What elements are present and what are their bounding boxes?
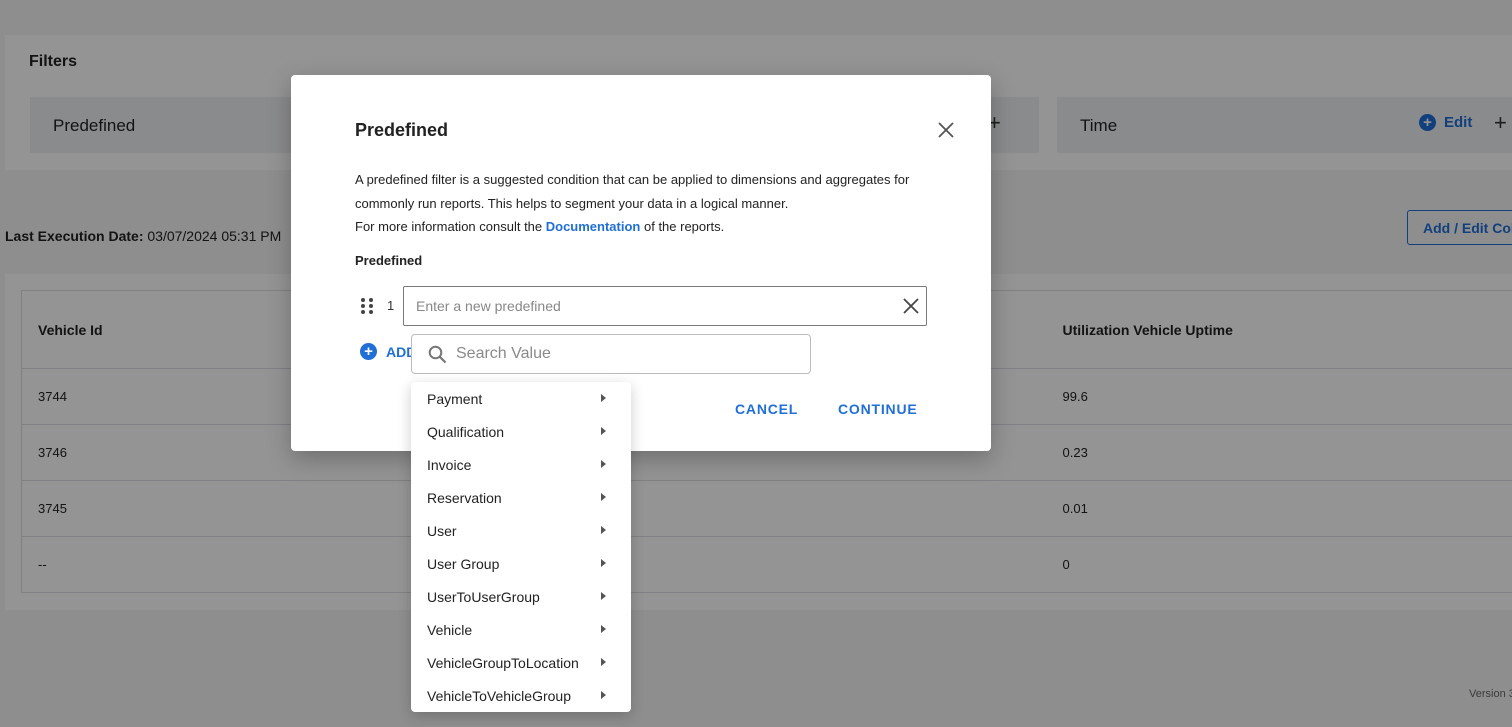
caret-right-icon xyxy=(601,526,606,534)
modal-description: A predefined filter is a suggested condi… xyxy=(355,168,945,239)
modal-title: Predefined xyxy=(355,120,449,140)
search-input[interactable] xyxy=(456,337,796,371)
dropdown-item-vehicle-group-to-location[interactable]: VehicleGroupToLocation xyxy=(411,646,631,679)
caret-right-icon xyxy=(601,625,606,633)
dropdown-item-vehicle-to-vehicle-group[interactable]: VehicleToVehicleGroup xyxy=(411,679,631,712)
caret-right-icon xyxy=(601,691,606,699)
dropdown-item-invoice[interactable]: Invoice xyxy=(411,448,631,481)
dropdown-item-label: Invoice xyxy=(427,456,472,473)
dropdown-item-user-group[interactable]: User Group xyxy=(411,547,631,580)
dropdown-item-vehicle[interactable]: Vehicle xyxy=(411,613,631,646)
caret-right-icon xyxy=(601,559,606,567)
plus-circle-icon: + xyxy=(360,343,377,360)
caret-right-icon xyxy=(601,493,606,501)
dropdown-item-label: Payment xyxy=(427,390,483,407)
description-text: A predefined filter is a suggested condi… xyxy=(355,172,910,211)
caret-right-icon xyxy=(601,592,606,600)
dropdown-item-qualification[interactable]: Qualification xyxy=(411,415,631,448)
cancel-button[interactable]: CANCEL xyxy=(735,401,798,417)
predefined-input[interactable] xyxy=(403,286,927,326)
row-number: 1 xyxy=(387,298,395,313)
add-predefined-button[interactable]: + ADD xyxy=(360,343,416,360)
dropdown-item-label: User Group xyxy=(427,555,500,572)
dropdown-item-label: Reservation xyxy=(427,489,502,506)
drag-handle-icon[interactable] xyxy=(360,297,374,315)
close-icon[interactable] xyxy=(935,119,957,141)
dropdown-item-label: User xyxy=(427,522,457,539)
search-icon xyxy=(428,345,447,364)
predefined-modal: Predefined A predefined filter is a sugg… xyxy=(291,75,991,451)
dropdown-item-label: Qualification xyxy=(427,423,505,440)
predefined-field-label: Predefined xyxy=(355,253,423,268)
dropdown-item-label: UserToUserGroup xyxy=(427,588,540,605)
dropdown-item-user-to-user-group[interactable]: UserToUserGroup xyxy=(411,580,631,613)
doc-suffix: of the reports. xyxy=(640,219,725,234)
dropdown-item-label: VehicleGroupToLocation xyxy=(427,654,579,671)
doc-prefix: For more information consult the xyxy=(355,219,546,234)
dropdown-item-user[interactable]: User xyxy=(411,514,631,547)
dropdown-item-label: Vehicle xyxy=(427,621,473,638)
dropdown-item-label: VehicleToVehicleGroup xyxy=(427,687,571,704)
clear-input-icon[interactable] xyxy=(902,297,920,315)
documentation-link[interactable]: Documentation xyxy=(546,219,641,234)
caret-right-icon xyxy=(601,394,606,402)
caret-right-icon xyxy=(601,427,606,435)
caret-right-icon xyxy=(601,658,606,666)
documentation-line: For more information consult the Documen… xyxy=(355,215,945,239)
dropdown-item-payment[interactable]: Payment xyxy=(411,382,631,415)
continue-button[interactable]: CONTINUE xyxy=(838,401,918,417)
dropdown-item-reservation[interactable]: Reservation xyxy=(411,481,631,514)
search-box xyxy=(411,334,811,374)
caret-right-icon xyxy=(601,460,606,468)
category-dropdown: Payment Qualification Invoice Reservatio… xyxy=(411,382,631,712)
